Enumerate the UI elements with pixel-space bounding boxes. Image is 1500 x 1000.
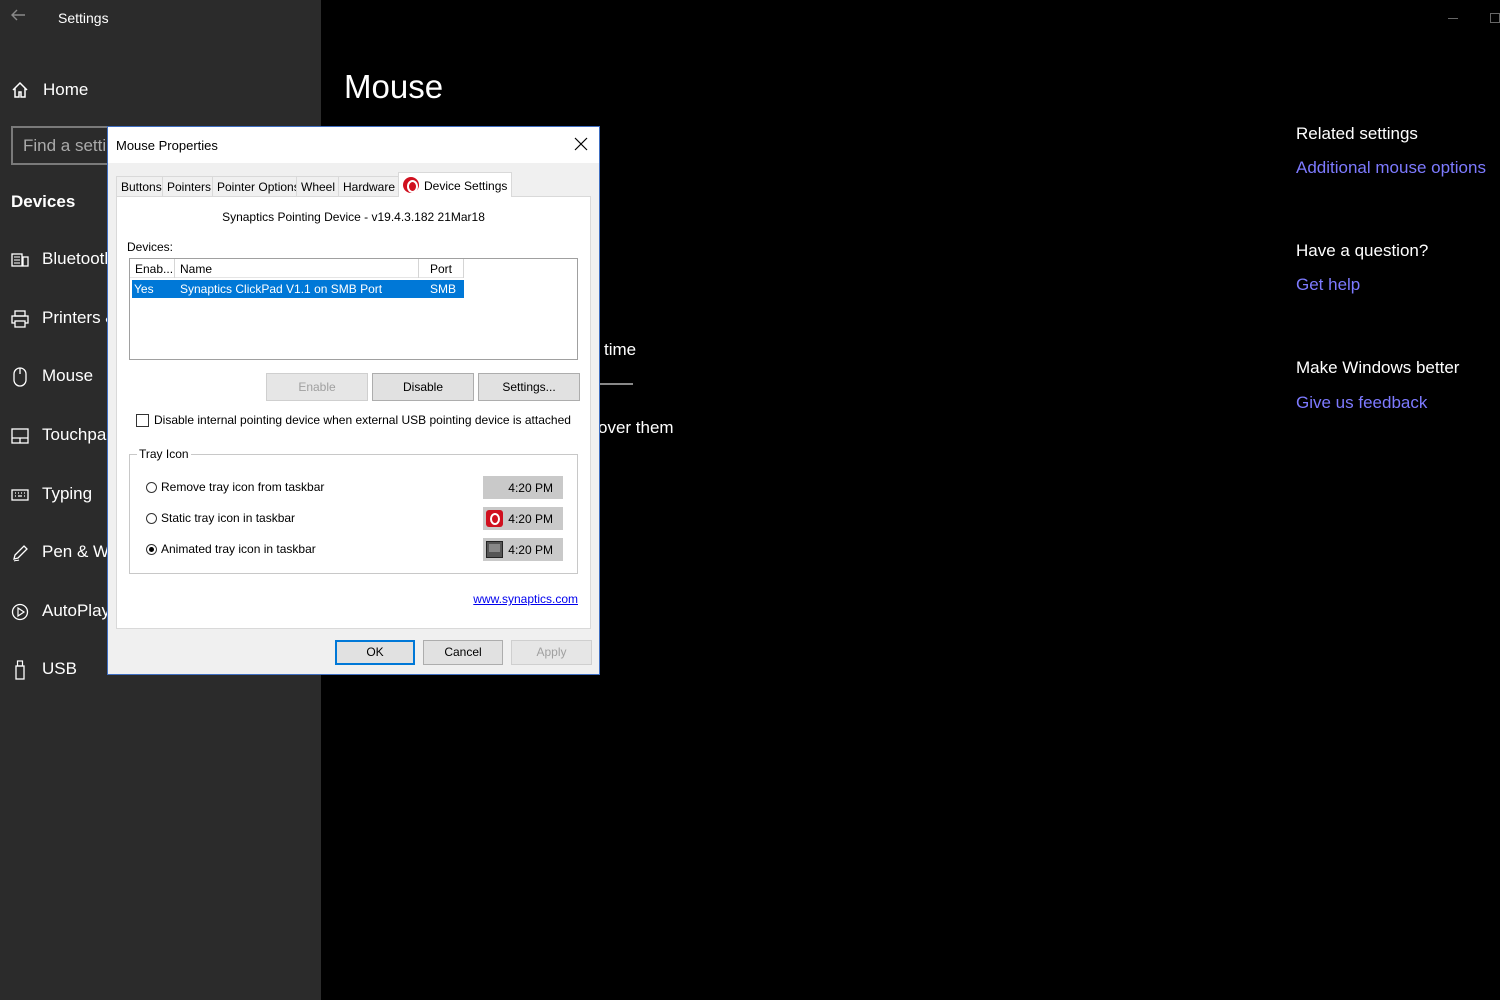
touchpad-icon [10, 426, 30, 446]
device-list[interactable]: Enab... Name Port Yes Synaptics ClickPad… [129, 258, 578, 360]
tab-label: Device Settings [424, 179, 508, 193]
radio-static-tray-icon[interactable] [146, 513, 157, 524]
app-title: Settings [58, 10, 109, 26]
maximize-icon[interactable] [1490, 13, 1500, 23]
pen-icon [10, 543, 30, 563]
setting-text-partial: over them [598, 418, 674, 437]
minimize-icon[interactable] [1448, 18, 1458, 19]
autoplay-icon [10, 602, 30, 622]
setting-text-partial: time [604, 340, 637, 359]
radio-label: Static tray icon in taskbar [161, 511, 296, 525]
preview-time: 4:20 PM [508, 512, 553, 526]
tab-device-settings[interactable]: Device Settings [398, 172, 513, 197]
table-row[interactable]: Yes Synaptics ClickPad V1.1 on SMB Port … [132, 280, 464, 298]
additional-mouse-options-link[interactable]: Additional mouse options [1296, 158, 1486, 178]
keyboard-icon [10, 485, 30, 505]
driver-version-title: Synaptics Pointing Device - v19.4.3.182 … [222, 210, 485, 224]
devices-label: Devices: [127, 240, 174, 254]
sidebar-item-label: Typing [42, 484, 93, 503]
animated-tray-icon [486, 541, 503, 558]
tab-buttons[interactable]: Buttons [116, 176, 167, 196]
printer-icon [10, 309, 30, 329]
sidebar-item-label: Touchpad [42, 425, 116, 444]
tab-wheel[interactable]: Wheel [296, 176, 341, 196]
cell-port: SMB [430, 282, 457, 296]
preview-time: 4:20 PM [508, 481, 553, 495]
disable-internal-label: Disable internal pointing device when ex… [154, 413, 571, 427]
radio-label: Animated tray icon in taskbar [161, 542, 316, 556]
tab-pointer-options[interactable]: Pointer Options [212, 176, 305, 196]
tab-hardware[interactable]: Hardware [338, 176, 401, 196]
device-settings-panel: Synaptics Pointing Device - v19.4.3.182 … [116, 196, 591, 629]
sidebar-item-label: Mouse [42, 366, 94, 385]
cell-name: Synaptics ClickPad V1.1 on SMB Port [180, 282, 383, 296]
tray-preview: 4:20 PM [483, 507, 563, 530]
cell-enabled: Yes [134, 282, 154, 296]
disable-button[interactable]: Disable [372, 373, 474, 401]
tray-preview: 4:20 PM [483, 538, 563, 561]
sidebar-item-label: USB [42, 659, 77, 678]
nav-home[interactable]: Home [0, 72, 321, 108]
close-icon[interactable] [571, 135, 591, 155]
page-title: Mouse [344, 68, 444, 105]
bluetooth-devices-icon [10, 250, 30, 270]
related-settings-heading: Related settings [1296, 124, 1418, 143]
mouse-icon [10, 367, 30, 387]
home-label: Home [43, 80, 89, 99]
home-icon [10, 80, 30, 100]
synaptics-logo-icon [403, 177, 419, 193]
column-header-port[interactable]: Port [419, 259, 464, 278]
tray-preview: 4:20 PM [483, 476, 563, 499]
feedback-heading: Make Windows better [1296, 358, 1460, 377]
enable-button[interactable]: Enable [266, 373, 368, 401]
apply-button[interactable]: Apply [511, 640, 592, 665]
synaptics-website-link[interactable]: www.synaptics.com [473, 592, 578, 606]
tray-icon-group: Tray Icon Remove tray icon from taskbar … [129, 447, 578, 574]
slider-track[interactable] [598, 383, 633, 385]
column-header-name[interactable]: Name [175, 259, 419, 278]
back-arrow-icon[interactable] [10, 6, 28, 28]
usb-icon [10, 660, 30, 680]
section-heading-devices: Devices [11, 192, 76, 211]
sidebar-item-label: AutoPlay [42, 601, 111, 620]
give-feedback-link[interactable]: Give us feedback [1296, 393, 1427, 413]
preview-time: 4:20 PM [508, 543, 553, 557]
radio-label: Remove tray icon from taskbar [161, 480, 325, 494]
tray-icon-group-label: Tray Icon [137, 447, 191, 461]
settings-button[interactable]: Settings... [478, 373, 580, 401]
disable-internal-checkbox[interactable] [136, 414, 149, 427]
get-help-link[interactable]: Get help [1296, 275, 1360, 295]
list-header: Enab... Name Port [130, 259, 464, 278]
window-controls [1410, 0, 1500, 36]
tab-pointers[interactable]: Pointers [162, 176, 217, 196]
ok-button[interactable]: OK [335, 640, 415, 665]
dialog-title: Mouse Properties [116, 138, 218, 153]
cancel-button[interactable]: Cancel [423, 640, 503, 665]
column-header-enabled[interactable]: Enab... [130, 259, 175, 278]
radio-remove-tray-icon[interactable] [146, 482, 157, 493]
question-heading: Have a question? [1296, 241, 1429, 260]
mouse-properties-dialog: Mouse Properties Buttons Pointers Pointe… [107, 126, 600, 675]
dialog-titlebar: Mouse Properties [108, 127, 599, 163]
synaptics-tray-icon [486, 510, 503, 527]
radio-animated-tray-icon[interactable] [146, 544, 157, 555]
